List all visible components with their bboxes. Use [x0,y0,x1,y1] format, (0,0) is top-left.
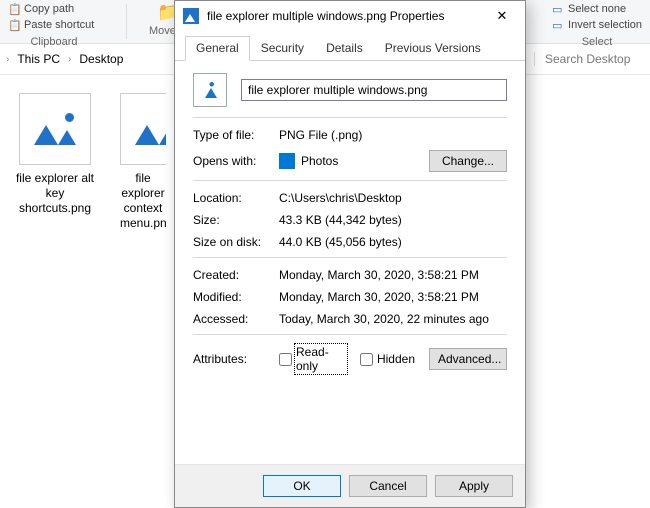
titlebar[interactable]: file explorer multiple windows.png Prope… [175,1,525,31]
crumb-desktop[interactable]: Desktop [77,50,125,68]
dialog-buttons: OK Cancel Apply [175,464,525,507]
apply-button[interactable]: Apply [435,475,513,497]
image-file-icon [193,73,227,107]
close-icon: ✕ [497,8,508,24]
select-none-button[interactable]: Select none [548,2,646,16]
filename-input[interactable] [241,79,507,101]
image-file-icon [129,107,166,151]
change-button[interactable]: Change... [429,150,507,172]
opens-with-value: Photos [301,154,338,168]
size-on-disk-value: 44.0 KB (45,056 bytes) [279,235,507,249]
window-title: file explorer multiple windows.png Prope… [207,9,444,23]
image-file-icon [28,107,82,151]
location-value: C:\Users\chris\Desktop [279,191,507,205]
close-button[interactable]: ✕ [483,2,521,30]
file-label: file explorer alt key shortcuts.png [12,171,98,216]
paste-shortcut-icon [8,19,20,31]
attributes-label: Attributes: [193,352,279,366]
image-file-icon [183,8,199,24]
invert-selection-button[interactable]: Invert selection [548,18,646,32]
accessed-label: Accessed: [193,312,279,326]
photos-icon [279,153,295,169]
readonly-checkbox[interactable]: Read-only [279,345,346,373]
properties-dialog: file explorer multiple windows.png Prope… [174,0,526,508]
select-none-icon [552,3,564,15]
tabs: General Security Details Previous Versio… [175,31,525,61]
opens-with-label: Opens with: [193,154,279,168]
modified-label: Modified: [193,290,279,304]
created-value: Monday, March 30, 2020, 3:58:21 PM [279,268,507,282]
accessed-value: Today, March 30, 2020, 22 minutes ago [279,312,507,326]
chevron-right-icon: › [68,54,71,65]
chevron-right-icon: › [6,54,9,65]
created-label: Created: [193,268,279,282]
tab-details[interactable]: Details [315,36,374,61]
size-value: 43.3 KB (44,342 bytes) [279,213,507,227]
size-on-disk-label: Size on disk: [193,235,279,249]
modified-value: Monday, March 30, 2020, 3:58:21 PM [279,290,507,304]
file-item[interactable]: file explorer context menu.png [120,93,166,231]
ok-button[interactable]: OK [263,475,341,497]
type-label: Type of file: [193,128,279,142]
tab-content: Type of file:PNG File (.png) Opens with:… [175,61,525,464]
advanced-button[interactable]: Advanced... [429,348,507,370]
ribbon-group-select: Select [548,36,646,48]
size-label: Size: [193,213,279,227]
copy-path-button[interactable]: Copy path [4,2,104,16]
tab-general[interactable]: General [185,36,250,61]
file-item[interactable]: file explorer alt key shortcuts.png [12,93,98,216]
invert-selection-icon [552,19,564,31]
type-value: PNG File (.png) [279,128,507,142]
copy-path-icon [8,3,20,15]
ribbon-group-clipboard: Clipboard [4,36,104,48]
file-label: file explorer context menu.png [120,171,166,231]
tab-previous-versions[interactable]: Previous Versions [374,36,492,61]
cancel-button[interactable]: Cancel [349,475,427,497]
hidden-checkbox[interactable]: Hidden [360,352,415,366]
tab-security[interactable]: Security [250,36,315,61]
search-input[interactable]: Search Desktop [534,52,644,66]
paste-shortcut-button[interactable]: Paste shortcut [4,18,104,32]
crumb-this-pc[interactable]: This PC [15,50,62,68]
location-label: Location: [193,191,279,205]
